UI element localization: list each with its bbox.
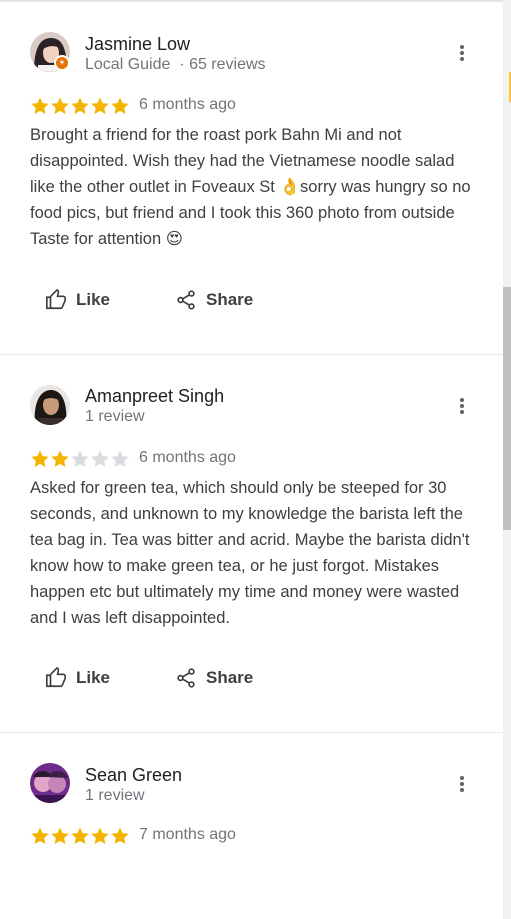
review-card: Sean Green 1 review 7 months ago xyxy=(0,733,503,919)
review-time: 6 months ago xyxy=(139,449,236,466)
share-button[interactable]: Share xyxy=(175,667,253,689)
star-icon xyxy=(31,97,49,114)
more-vert-icon[interactable] xyxy=(450,43,474,67)
reviewer-name[interactable]: Amanpreet Singh xyxy=(85,386,224,407)
share-label: Share xyxy=(206,290,254,309)
more-vert-icon[interactable] xyxy=(450,396,474,420)
star-icon xyxy=(111,97,129,114)
star-rating xyxy=(30,826,130,846)
star-icon xyxy=(31,827,49,844)
like-button[interactable]: Like xyxy=(45,667,110,689)
review-count: 65 reviews xyxy=(189,56,266,73)
star-rating xyxy=(30,449,130,469)
review-count: 1 review xyxy=(85,787,145,804)
review-text: Asked for green tea, which should only b… xyxy=(30,479,470,627)
review-text: Brought a friend for the roast pork Bahn… xyxy=(30,122,482,252)
share-icon xyxy=(177,668,195,688)
star-icon xyxy=(71,827,89,844)
thumb-up-icon xyxy=(46,667,66,688)
like-button[interactable]: Like xyxy=(45,289,110,311)
reviewer-name[interactable]: Jasmine Low xyxy=(85,34,190,55)
star-icon xyxy=(71,97,89,114)
local-guide-badge-icon: ✶ xyxy=(54,55,70,71)
share-icon xyxy=(177,290,195,310)
review-count: 1 review xyxy=(85,408,145,425)
star-icon xyxy=(71,450,89,467)
avatar[interactable] xyxy=(30,763,70,803)
star-icon xyxy=(91,450,109,467)
meta-separator: · xyxy=(179,56,185,73)
star-rating xyxy=(30,96,130,116)
reviewer-name[interactable]: Sean Green xyxy=(85,765,182,786)
star-icon xyxy=(51,450,69,467)
share-button[interactable]: Share xyxy=(175,289,253,311)
review-card: ✶ Jasmine Low Local Guide · 65 reviews 6… xyxy=(0,0,503,355)
reviewer-meta: Local Guide · 65 reviews xyxy=(85,56,266,74)
star-icon xyxy=(51,97,69,114)
review-time: 6 months ago xyxy=(139,96,236,113)
star-icon xyxy=(111,827,129,844)
scrollbar-thumb[interactable] xyxy=(503,287,511,530)
share-label: Share xyxy=(206,668,254,687)
review-text-body: Brought a friend for the roast pork Bahn… xyxy=(30,126,471,248)
more-vert-icon[interactable] xyxy=(450,774,474,798)
star-icon xyxy=(111,450,129,467)
review-time: 7 months ago xyxy=(139,826,236,843)
star-icon xyxy=(91,827,109,844)
review-card: Amanpreet Singh 1 review 6 months ago As… xyxy=(0,355,503,733)
local-guide-label: Local Guide xyxy=(85,56,171,73)
thumb-up-icon xyxy=(46,289,66,310)
star-icon xyxy=(31,450,49,467)
avatar[interactable] xyxy=(30,385,70,425)
like-label: Like xyxy=(76,668,111,687)
star-icon xyxy=(91,97,109,114)
like-label: Like xyxy=(76,290,111,309)
star-icon xyxy=(51,827,69,844)
